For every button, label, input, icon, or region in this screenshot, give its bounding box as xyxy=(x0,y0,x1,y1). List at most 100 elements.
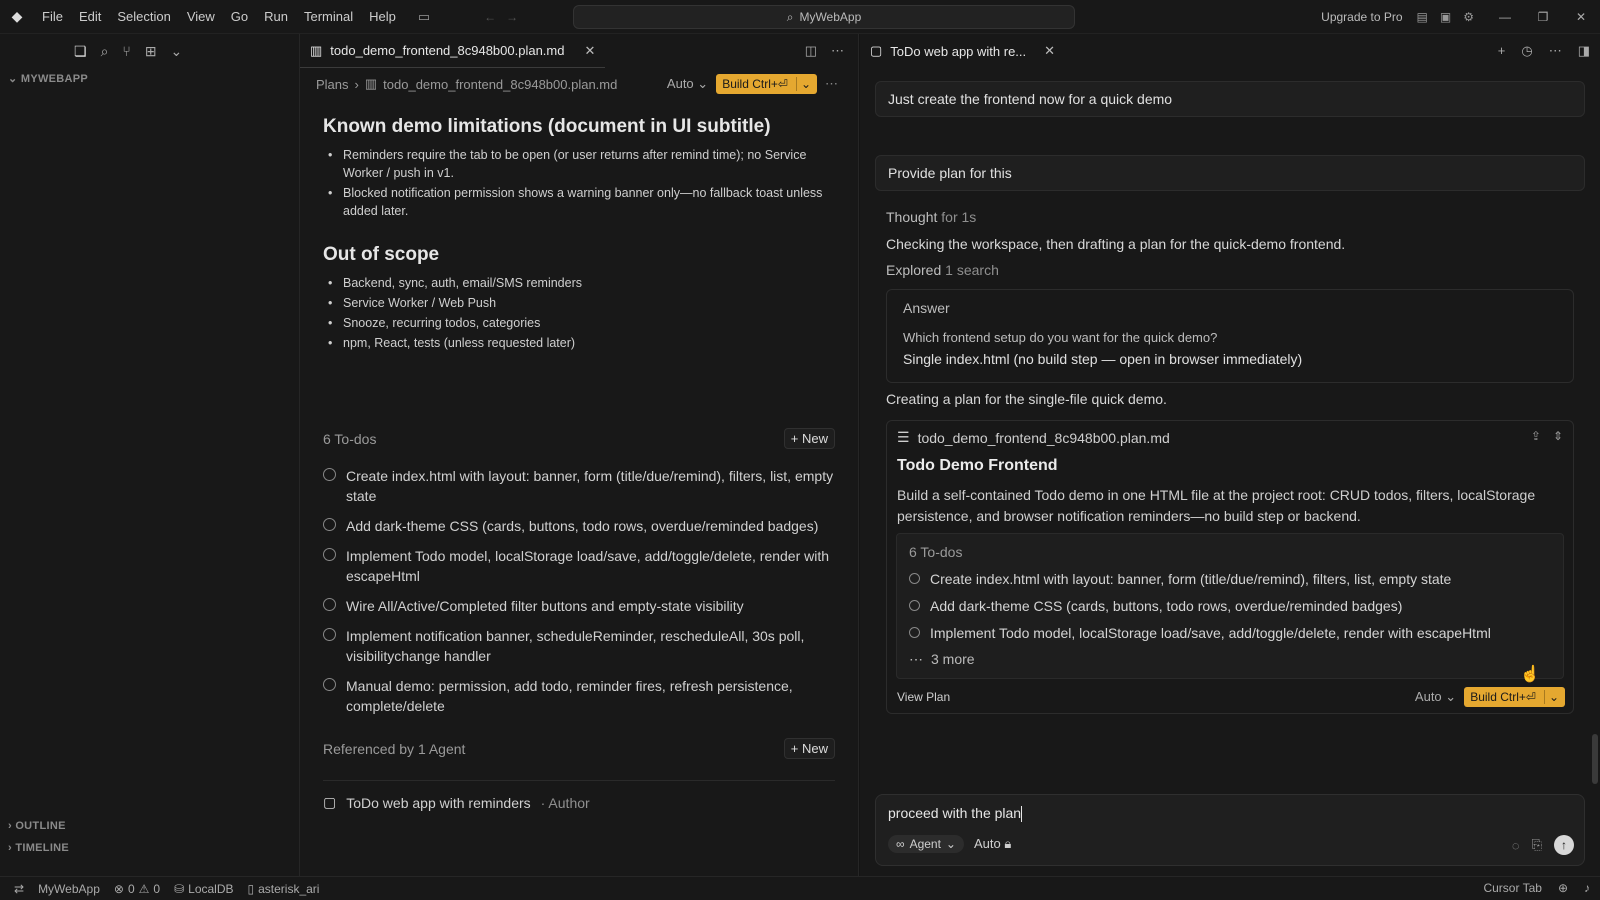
close-window-icon[interactable]: ✕ xyxy=(1562,10,1600,24)
agent-mode-select[interactable]: ∞ Agent ⌄ xyxy=(888,835,964,853)
todo-checkbox[interactable] xyxy=(323,468,336,481)
menu-help[interactable]: Help xyxy=(361,9,404,24)
thought-indicator[interactable]: Thought for 1s xyxy=(886,209,976,225)
chat-icon[interactable]: ▣ xyxy=(1440,10,1451,24)
status-project[interactable]: MyWebApp xyxy=(38,882,100,896)
database-indicator[interactable]: ⛁ LocalDB xyxy=(174,882,233,896)
extensions-icon[interactable]: ⊞ xyxy=(145,43,157,60)
todo-checkbox[interactable] xyxy=(323,598,336,611)
sidebar-toolbar: ❏ ⌕ ⑂ ⊞ ⌄ xyxy=(0,34,299,68)
cursor-tab-status[interactable]: Cursor Tab xyxy=(1483,881,1541,895)
todo-checkbox[interactable] xyxy=(909,573,920,584)
editor-tab-plan[interactable]: ▥ todo_demo_frontend_8c948b00.plan.md ✕ xyxy=(300,34,606,68)
close-icon[interactable]: ✕ xyxy=(584,43,595,59)
new-chat-icon[interactable]: + xyxy=(1498,43,1506,59)
chat-scrollbar[interactable] xyxy=(1592,734,1598,784)
menu-view[interactable]: View xyxy=(179,9,223,24)
send-button[interactable]: ↑ xyxy=(1554,835,1574,855)
more-actions-icon[interactable]: ⋯ xyxy=(825,76,838,92)
user-message[interactable]: Just create the frontend now for a quick… xyxy=(875,81,1585,117)
model-select[interactable]: Auto 🔒︎ xyxy=(974,836,1011,852)
user-message-text: Just create the frontend now for a quick… xyxy=(888,91,1173,107)
source-control-icon[interactable]: ⑂ xyxy=(122,43,130,59)
menu-go[interactable]: Go xyxy=(223,9,256,24)
remote-icon[interactable]: ⇄ xyxy=(14,882,24,896)
show-more-todos[interactable]: ⋯ 3 more xyxy=(909,651,1551,668)
menu-terminal[interactable]: Terminal xyxy=(296,9,361,24)
markdown-file-icon: ▥ xyxy=(364,76,378,91)
chat-tab[interactable]: ▢ ToDo web app with re... ✕ xyxy=(860,43,1065,59)
restore-icon[interactable]: ❐ xyxy=(1524,10,1562,24)
chat-input[interactable]: proceed with the plan xyxy=(888,805,1023,823)
chevron-right-icon: › xyxy=(354,76,359,92)
expand-icon[interactable]: ⇕ xyxy=(1553,429,1563,443)
toggle-panel-icon[interactable]: ◨ xyxy=(1578,43,1590,59)
todo-checkbox[interactable] xyxy=(909,600,920,611)
close-icon[interactable]: ✕ xyxy=(1044,43,1055,59)
new-reference-button[interactable]: + New xyxy=(783,738,835,759)
problems-indicator[interactable]: ⊗ 0 ⚠ 0 xyxy=(114,882,160,896)
upgrade-button[interactable]: Upgrade to Pro xyxy=(1321,10,1402,24)
build-button[interactable]: Build Ctrl+⏎ ⌄ xyxy=(1464,687,1565,707)
plan-document: Known demo limitations (document in UI s… xyxy=(323,116,838,376)
list-item: Blocked notification permission shows a … xyxy=(323,184,838,220)
plan-file-name: todo_demo_frontend_8c948b00.plan.md xyxy=(917,429,1170,446)
list-item: Snooze, recurring todos, categories xyxy=(323,314,838,332)
plan-file-link[interactable]: ☰ todo_demo_frontend_8c948b00.plan.md xyxy=(897,429,1170,446)
panel-layout-icon[interactable]: ▤ xyxy=(1417,10,1428,24)
search-sidebar-icon[interactable]: ⌕ xyxy=(101,43,109,60)
minimize-icon[interactable]: — xyxy=(1486,10,1524,24)
chat-composer[interactable]: proceed with the plan ∞ Agent ⌄ Auto 🔒︎ … xyxy=(875,794,1585,866)
command-search-bar[interactable]: ⌕ MyWebApp xyxy=(573,5,1075,29)
breadcrumb-file[interactable]: todo_demo_frontend_8c948b00.plan.md xyxy=(383,77,617,92)
user-message-text: Provide plan for this xyxy=(888,165,1012,181)
breadcrumb-actions: Auto ⌄ Build Ctrl+⏎ ⌄ ⋯ xyxy=(667,74,838,94)
status-bar-right: Cursor Tab ⊕ ♪ xyxy=(1483,881,1590,895)
zoom-icon[interactable]: ⊕ xyxy=(1558,881,1568,895)
explored-indicator[interactable]: Explored 1 search xyxy=(886,262,999,278)
model-auto-select[interactable]: Auto ⌄ xyxy=(667,76,708,92)
notifications-bell-icon[interactable]: ♪ xyxy=(1584,881,1590,895)
todo-checkbox[interactable] xyxy=(323,628,336,641)
model-auto-select[interactable]: Auto ⌄ xyxy=(1415,689,1456,705)
lock-icon: 🔒︎ xyxy=(1004,836,1012,851)
menu-edit[interactable]: Edit xyxy=(71,9,109,24)
answer-choice: Single index.html (no build step — open … xyxy=(903,351,1303,367)
outline-section[interactable]: › OUTLINE xyxy=(8,820,66,832)
todo-checkbox[interactable] xyxy=(909,627,920,638)
chevron-down-icon[interactable]: ⌄ xyxy=(171,43,183,60)
plan-todo-item: Create index.html with layout: banner, f… xyxy=(909,570,1551,589)
user-message[interactable]: Provide plan for this xyxy=(875,155,1585,191)
build-button[interactable]: Build Ctrl+⏎ ⌄ xyxy=(716,74,817,94)
view-plan-link[interactable]: View Plan xyxy=(897,690,950,704)
nav-arrows[interactable]: ←→ xyxy=(484,10,528,24)
explorer-icon[interactable]: ❏ xyxy=(74,43,87,60)
more-actions-icon[interactable]: ⋯ xyxy=(831,43,844,59)
new-todo-button[interactable]: + New xyxy=(783,428,835,449)
menu-selection[interactable]: Selection xyxy=(109,9,178,24)
split-editor-icon[interactable]: ◫ xyxy=(805,43,817,59)
assistant-text: Creating a plan for the single-file quic… xyxy=(886,391,1167,407)
chevron-down-icon[interactable]: ⌄ xyxy=(1543,690,1559,704)
command-search-text: MyWebApp xyxy=(799,10,862,24)
settings-gear-icon[interactable]: ⚙ xyxy=(1463,10,1474,24)
branch-indicator[interactable]: ▯ asterisk_ari xyxy=(248,882,320,896)
breadcrumb-root[interactable]: Plans xyxy=(316,77,349,92)
timeline-section[interactable]: › TIMELINE xyxy=(8,842,69,854)
attach-icon[interactable]: ⎘ xyxy=(1532,837,1542,853)
history-icon[interactable]: ◷ xyxy=(1521,43,1532,59)
referenced-agent-item[interactable]: ▢ ToDo web app with reminders · Author xyxy=(323,794,590,811)
plan-card-build-controls: Auto ⌄ Build Ctrl+⏎ ⌄ xyxy=(1415,687,1565,707)
build-button-label: Build Ctrl+⏎ xyxy=(722,77,788,91)
explorer-title[interactable]: ⌄ MYWEBAPP xyxy=(8,72,88,85)
toggle-sidebar-icon[interactable]: ▭ xyxy=(418,9,430,25)
more-actions-icon[interactable]: ⋯ xyxy=(1549,43,1562,59)
todo-checkbox[interactable] xyxy=(323,518,336,531)
menu-file[interactable]: File xyxy=(34,9,71,24)
menu-run[interactable]: Run xyxy=(256,9,296,24)
list-item: npm, React, tests (unless requested late… xyxy=(323,334,838,352)
export-icon[interactable]: ⇪ xyxy=(1531,429,1541,443)
todo-checkbox[interactable] xyxy=(323,678,336,691)
chevron-down-icon[interactable]: ⌄ xyxy=(795,77,811,91)
todo-checkbox[interactable] xyxy=(323,548,336,561)
